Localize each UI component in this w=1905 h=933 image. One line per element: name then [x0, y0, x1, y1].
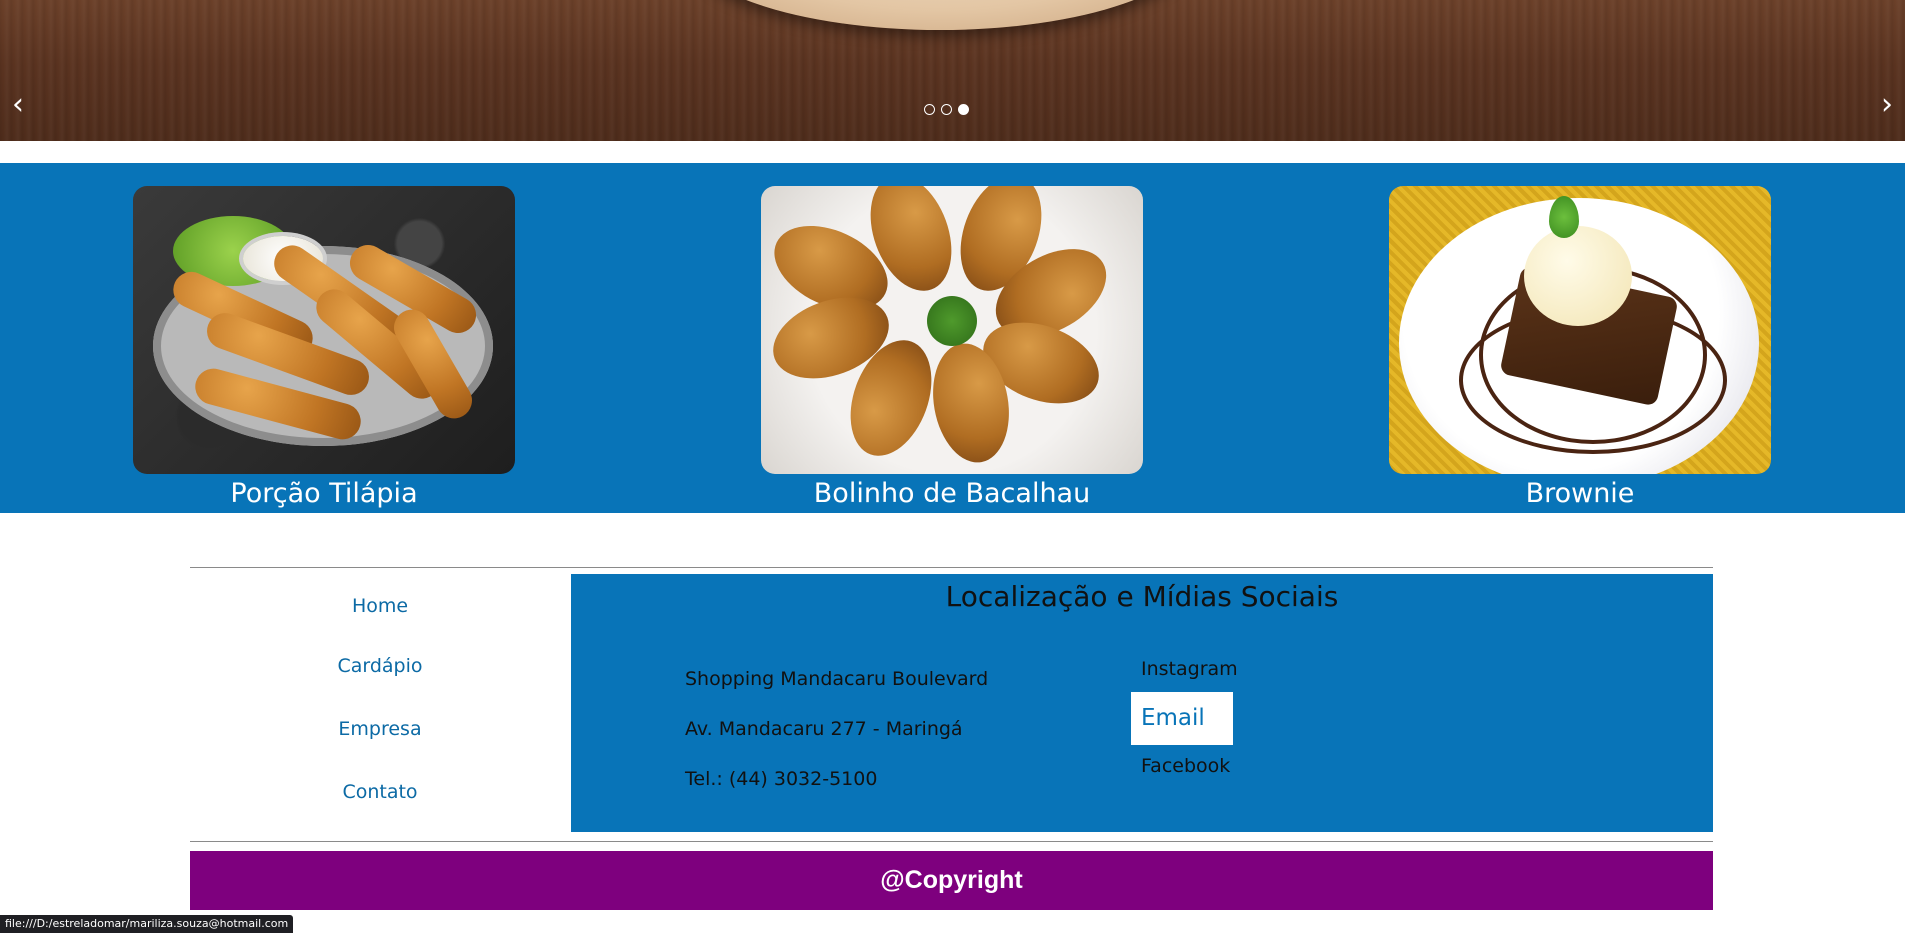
browser-status-url: file:///D:/estreladomar/mariliza.souza@h…: [0, 915, 294, 933]
divider-bottom: [190, 841, 1713, 842]
location-social-panel: Localização e Mídias Sociais Shopping Ma…: [571, 574, 1713, 832]
featured-dishes: Porção Tilápia Bolinho de Bacalhau Brown…: [0, 163, 1905, 513]
nav-link-cardapio[interactable]: Cardápio: [190, 635, 570, 698]
dish-card-brownie[interactable]: Brownie: [1389, 186, 1771, 509]
facebook-link[interactable]: Facebook: [1131, 751, 1248, 791]
address-line-street: Av. Mandacaru 277 - Maringá: [685, 718, 963, 740]
nav-link-contato[interactable]: Contato: [190, 761, 570, 824]
dish-image-bolinho[interactable]: [761, 186, 1143, 474]
dish-image-brownie[interactable]: [1389, 186, 1771, 474]
dish-image-tilapia[interactable]: [133, 186, 515, 474]
dish-caption: Porção Tilápia: [230, 478, 418, 509]
chevron-left-icon[interactable]: ‹: [12, 90, 24, 120]
footer-nav: Home Cardápio Empresa Contato: [190, 575, 570, 824]
carousel-dot-3[interactable]: [958, 104, 969, 115]
dish-caption: Brownie: [1525, 478, 1635, 509]
email-link[interactable]: Email: [1131, 692, 1233, 745]
carousel-dot-2[interactable]: [941, 104, 952, 115]
address-block: Shopping Mandacaru Boulevard Av. Mandaca…: [685, 668, 988, 818]
chevron-right-icon[interactable]: ›: [1881, 90, 1893, 120]
carousel-slide-image: [680, 0, 1200, 30]
address-line-venue: Shopping Mandacaru Boulevard: [685, 668, 989, 690]
dish-card-tilapia[interactable]: Porção Tilápia: [133, 186, 515, 509]
dish-card-bolinho[interactable]: Bolinho de Bacalhau: [761, 186, 1143, 509]
nav-link-home[interactable]: Home: [190, 575, 570, 635]
hero-carousel: ‹ ›: [0, 0, 1905, 141]
dish-caption: Bolinho de Bacalhau: [813, 478, 1091, 509]
address-line-phone: Tel.: (44) 3032-5100: [685, 768, 878, 790]
social-links: Instagram Email Facebook: [1131, 654, 1248, 791]
copyright-bar: @Copyright: [190, 851, 1713, 910]
divider-top: [190, 567, 1713, 568]
carousel-indicators: [924, 104, 969, 115]
instagram-link[interactable]: Instagram: [1131, 654, 1248, 694]
carousel-dot-1[interactable]: [924, 104, 935, 115]
nav-link-empresa[interactable]: Empresa: [190, 698, 570, 761]
section-heading: Localização e Mídias Sociais: [945, 580, 1339, 613]
